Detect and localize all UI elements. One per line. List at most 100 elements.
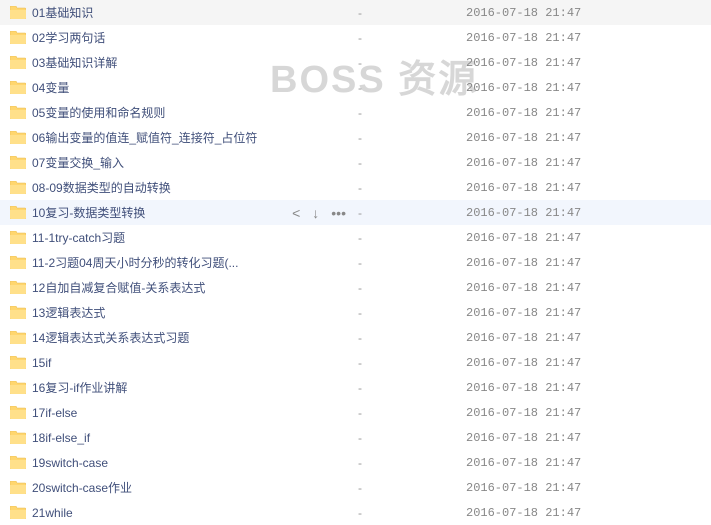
file-size: -: [358, 156, 466, 170]
folder-icon: [10, 306, 26, 319]
file-date: 2016-07-18 21:47: [466, 331, 711, 345]
file-size: -: [358, 6, 466, 20]
file-date: 2016-07-18 21:47: [466, 231, 711, 245]
file-row[interactable]: 21while-2016-07-18 21:47: [0, 500, 711, 525]
file-size: -: [358, 181, 466, 195]
file-row[interactable]: 11-2习题04周天小时分秒的转化习题(...-2016-07-18 21:47: [0, 250, 711, 275]
folder-icon: [10, 81, 26, 94]
file-row[interactable]: 12自加自减复合赋值-关系表达式 -2016-07-18 21:47: [0, 275, 711, 300]
file-name: 17if-else: [32, 406, 272, 420]
row-actions: < ↓ •••: [272, 205, 358, 221]
file-row[interactable]: 01基础知识 -2016-07-18 21:47: [0, 0, 711, 25]
more-icon[interactable]: •••: [331, 205, 346, 221]
file-name: 08-09数据类型的自动转换: [32, 179, 272, 196]
folder-icon: [10, 356, 26, 369]
file-name: 01基础知识: [32, 4, 272, 21]
file-row[interactable]: 11-1try-catch习题 -2016-07-18 21:47: [0, 225, 711, 250]
folder-icon: [10, 56, 26, 69]
folder-icon: [10, 331, 26, 344]
folder-icon: [10, 6, 26, 19]
file-row[interactable]: 02学习两句话 -2016-07-18 21:47: [0, 25, 711, 50]
file-date: 2016-07-18 21:47: [466, 131, 711, 145]
file-size: -: [358, 231, 466, 245]
file-row[interactable]: 05变量的使用和命名规则-2016-07-18 21:47: [0, 100, 711, 125]
file-size: -: [358, 456, 466, 470]
file-size: -: [358, 131, 466, 145]
file-date: 2016-07-18 21:47: [466, 56, 711, 70]
file-name: 21while: [32, 506, 272, 520]
file-date: 2016-07-18 21:47: [466, 456, 711, 470]
file-size: -: [358, 31, 466, 45]
folder-icon: [10, 281, 26, 294]
file-date: 2016-07-18 21:47: [466, 406, 711, 420]
file-name: 19switch-case: [32, 456, 272, 470]
file-row[interactable]: 10复习-数据类型转换 < ↓ •••-2016-07-18 21:47: [0, 200, 711, 225]
file-row[interactable]: 17if-else -2016-07-18 21:47: [0, 400, 711, 425]
file-date: 2016-07-18 21:47: [466, 6, 711, 20]
file-name: 15if: [32, 356, 272, 370]
folder-icon: [10, 31, 26, 44]
file-size: -: [358, 306, 466, 320]
file-row[interactable]: 03基础知识详解 -2016-07-18 21:47: [0, 50, 711, 75]
file-size: -: [358, 506, 466, 520]
folder-icon: [10, 506, 26, 519]
file-row[interactable]: 20switch-case作业-2016-07-18 21:47: [0, 475, 711, 500]
file-row[interactable]: 08-09数据类型的自动转换 -2016-07-18 21:47: [0, 175, 711, 200]
file-row[interactable]: 15if -2016-07-18 21:47: [0, 350, 711, 375]
file-size: -: [358, 106, 466, 120]
file-date: 2016-07-18 21:47: [466, 31, 711, 45]
file-date: 2016-07-18 21:47: [466, 356, 711, 370]
file-row[interactable]: 04变量 -2016-07-18 21:47: [0, 75, 711, 100]
file-name: 07变量交换_输入: [32, 154, 272, 171]
file-name: 06输出变量的值连_赋值符_连接符_占位符: [32, 129, 272, 146]
file-row[interactable]: 07变量交换_输入-2016-07-18 21:47: [0, 150, 711, 175]
file-row[interactable]: 13逻辑表达式 -2016-07-18 21:47: [0, 300, 711, 325]
folder-icon: [10, 481, 26, 494]
file-list: 01基础知识-2016-07-18 21:4702学习两句话-2016-07-1…: [0, 0, 711, 525]
file-size: -: [358, 481, 466, 495]
file-date: 2016-07-18 21:47: [466, 306, 711, 320]
file-row[interactable]: 16复习-if作业讲解 -2016-07-18 21:47: [0, 375, 711, 400]
download-icon[interactable]: ↓: [312, 205, 319, 221]
file-name: 14逻辑表达式关系表达式习题: [32, 329, 272, 346]
folder-icon: [10, 406, 26, 419]
folder-icon: [10, 431, 26, 444]
file-size: -: [358, 431, 466, 445]
file-date: 2016-07-18 21:47: [466, 256, 711, 270]
file-date: 2016-07-18 21:47: [466, 431, 711, 445]
file-name: 16复习-if作业讲解: [32, 379, 272, 396]
file-row[interactable]: 06输出变量的值连_赋值符_连接符_占位符 -2016-07-18 21:47: [0, 125, 711, 150]
file-size: -: [358, 81, 466, 95]
file-size: -: [358, 406, 466, 420]
file-name: 13逻辑表达式: [32, 304, 272, 321]
file-date: 2016-07-18 21:47: [466, 381, 711, 395]
folder-icon: [10, 206, 26, 219]
folder-icon: [10, 156, 26, 169]
file-name: 05变量的使用和命名规则: [32, 104, 272, 121]
file-row[interactable]: 19switch-case -2016-07-18 21:47: [0, 450, 711, 475]
file-size: -: [358, 206, 466, 220]
file-date: 2016-07-18 21:47: [466, 206, 711, 220]
share-icon[interactable]: <: [292, 205, 300, 221]
folder-icon: [10, 256, 26, 269]
file-row[interactable]: 18if-else_if-2016-07-18 21:47: [0, 425, 711, 450]
file-name: 04变量: [32, 79, 272, 96]
file-name: 11-1try-catch习题: [32, 229, 272, 246]
folder-icon: [10, 106, 26, 119]
file-name: 12自加自减复合赋值-关系表达式: [32, 279, 272, 296]
file-name: 10复习-数据类型转换: [32, 204, 272, 221]
file-date: 2016-07-18 21:47: [466, 481, 711, 495]
file-size: -: [358, 356, 466, 370]
file-date: 2016-07-18 21:47: [466, 281, 711, 295]
file-size: -: [358, 381, 466, 395]
file-size: -: [358, 56, 466, 70]
folder-icon: [10, 456, 26, 469]
folder-icon: [10, 131, 26, 144]
file-date: 2016-07-18 21:47: [466, 181, 711, 195]
file-name: 02学习两句话: [32, 29, 272, 46]
folder-icon: [10, 181, 26, 194]
file-size: -: [358, 281, 466, 295]
file-row[interactable]: 14逻辑表达式关系表达式习题-2016-07-18 21:47: [0, 325, 711, 350]
file-date: 2016-07-18 21:47: [466, 81, 711, 95]
file-name: 03基础知识详解: [32, 54, 272, 71]
